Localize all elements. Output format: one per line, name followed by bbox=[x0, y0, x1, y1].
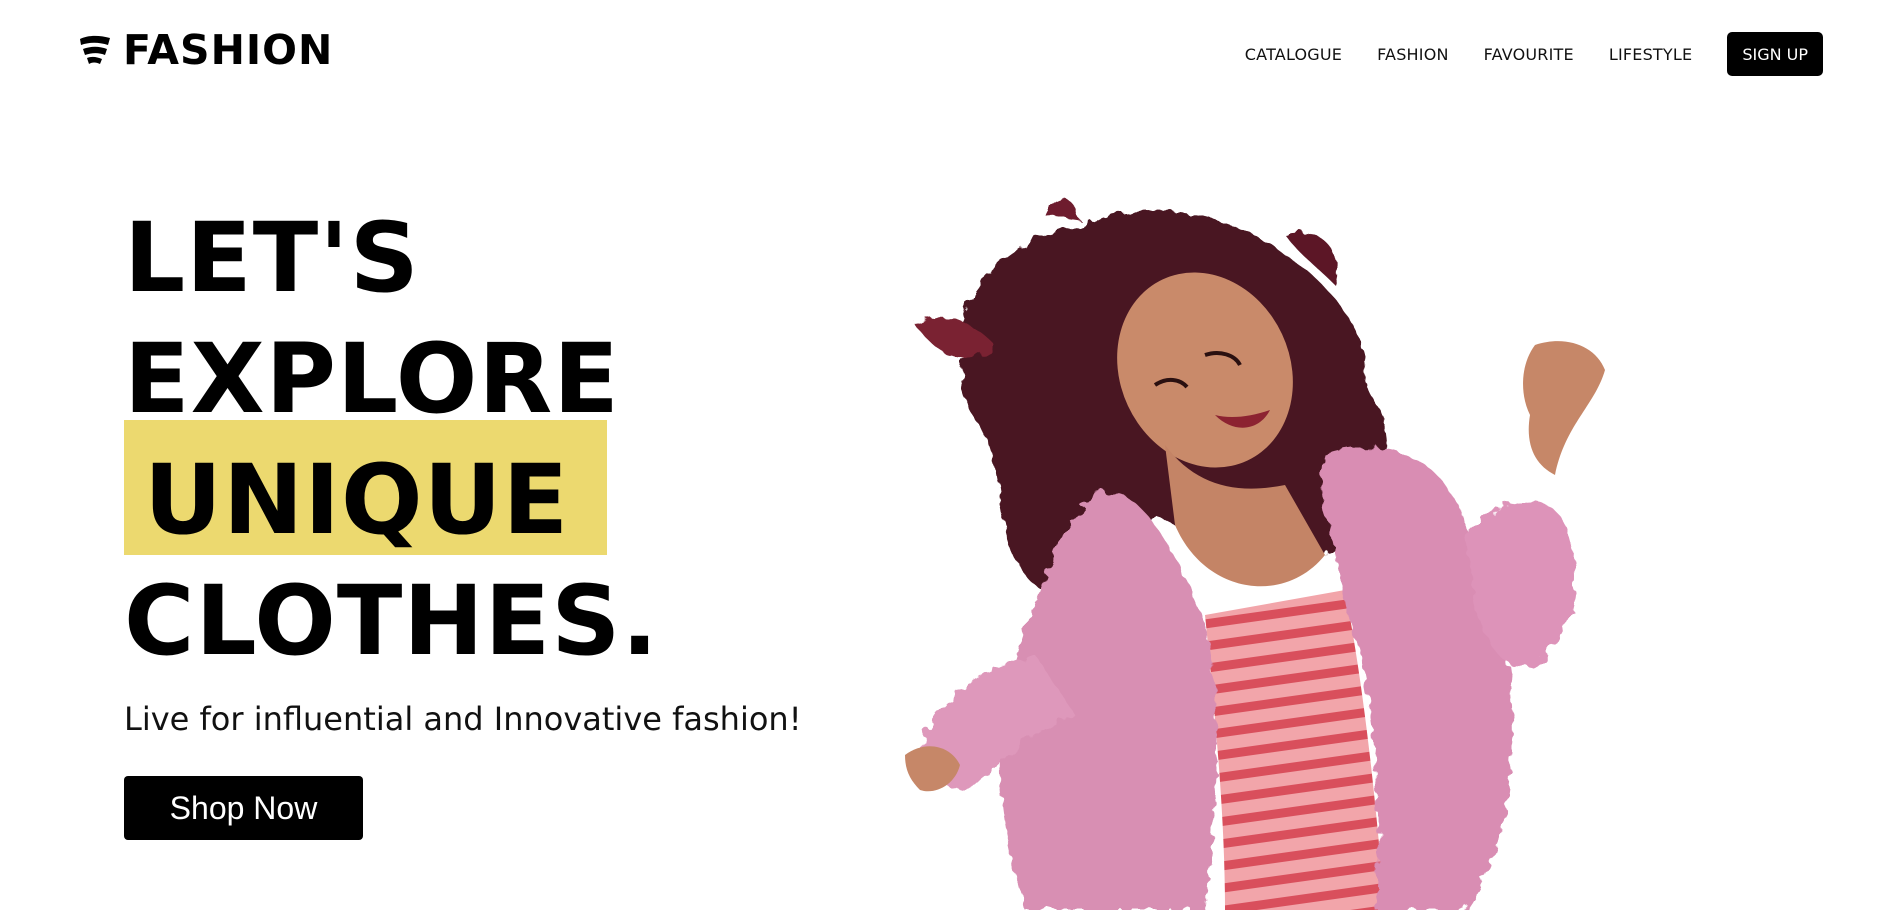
nav-link-favourite[interactable]: FAVOURITE bbox=[1484, 45, 1574, 64]
shop-now-button[interactable]: Shop Now bbox=[124, 776, 363, 840]
woman-in-pink-fur-coat-photo bbox=[905, 198, 1605, 910]
headline-line-4: CLOTHES. bbox=[124, 565, 659, 677]
nav-link-lifestyle[interactable]: LIFESTYLE bbox=[1609, 45, 1692, 64]
hero-image bbox=[905, 195, 1785, 910]
flag-wave-icon bbox=[80, 35, 110, 64]
brand-logo[interactable]: FASHION bbox=[79, 25, 334, 74]
signup-button[interactable]: SIGN UP bbox=[1727, 32, 1823, 76]
headline-line-3-highlighted: UNIQUE bbox=[144, 444, 570, 556]
nav-link-fashion[interactable]: FASHION bbox=[1377, 45, 1449, 64]
hero-tagline: Live for influential and Innovative fash… bbox=[124, 700, 802, 738]
headline-line-1: LET'S bbox=[124, 202, 420, 314]
brand-name: FASHION bbox=[123, 25, 334, 74]
headline-line-2: EXPLORE bbox=[124, 323, 620, 435]
hero-headline: LET'S EXPLORE UNIQUE CLOTHES. bbox=[124, 198, 659, 682]
landing-page: FASHION CATALOGUE FASHION FAVOURITE LIFE… bbox=[0, 0, 1896, 910]
nav-link-catalogue[interactable]: CATALOGUE bbox=[1245, 45, 1342, 64]
main-nav: CATALOGUE FASHION FAVOURITE LIFESTYLE SI… bbox=[1245, 32, 1823, 76]
